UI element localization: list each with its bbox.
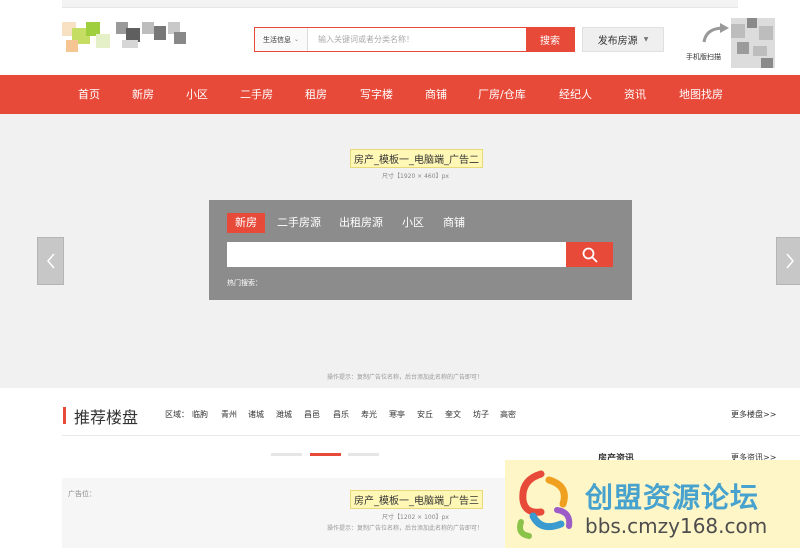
nav-item-3[interactable]: 二手房 — [240, 75, 273, 114]
tab-shops[interactable]: 商铺 — [443, 213, 465, 233]
region-link[interactable]: 青州 — [221, 409, 237, 420]
carousel-dot-active[interactable] — [310, 453, 341, 456]
watermark-url: bbs.cmzy168.com — [585, 514, 768, 538]
main-nav: 首页 新房 小区 二手房 租房 写字楼 商铺 厂房/仓库 经纪人 资讯 地图找房 — [0, 75, 800, 114]
nav-item-7[interactable]: 厂房/仓库 — [478, 75, 526, 114]
watermark-logo-icon — [517, 470, 573, 539]
nav-item-6[interactable]: 商铺 — [425, 75, 447, 114]
category-select[interactable]: 生活信息 ⌄ — [255, 28, 308, 51]
page: 生活信息 ⌄ 搜索 发布房源 ▼ 手机版扫描 首页新房小区二手房租房写字楼商铺厂… — [0, 0, 800, 548]
section-accent-bar — [63, 407, 66, 424]
mobile-text: 手机版扫描 — [686, 53, 721, 61]
region-link[interactable]: 临朐 — [192, 409, 208, 420]
region-link[interactable]: 诸城 — [248, 409, 264, 420]
top-strip — [62, 0, 738, 8]
region-link[interactable]: 昌邑 — [304, 409, 320, 420]
nav-item-9[interactable]: 资讯 — [624, 75, 646, 114]
region-link[interactable]: 昌乐 — [333, 409, 349, 420]
hot-search-label: 热门搜索： — [227, 279, 262, 287]
carousel-dot[interactable] — [271, 453, 302, 456]
ad-two-label: 房产_模板一_电脑端_广告二 — [350, 149, 483, 168]
nav-item-4[interactable]: 租房 — [305, 75, 327, 114]
watermark: 创盟资源论坛 bbs.cmzy168.com — [505, 460, 800, 548]
tab-rental[interactable]: 出租房源 — [339, 213, 383, 233]
nav-item-1[interactable]: 新房 — [132, 75, 154, 114]
region-link[interactable]: 安丘 — [417, 409, 433, 420]
tab-second-hand[interactable]: 二手房源 — [277, 213, 321, 233]
region-link[interactable]: 寒亭 — [389, 409, 405, 420]
recommend-title: 推荐楼盘 — [74, 408, 139, 427]
nav-item-0[interactable]: 首页 — [78, 75, 100, 114]
category-label: 生活信息 — [262, 35, 291, 44]
curved-arrow-icon — [702, 23, 729, 43]
nav-item-8[interactable]: 经纪人 — [559, 75, 592, 114]
house-search-input[interactable] — [227, 242, 567, 267]
banner-next-button[interactable] — [776, 237, 800, 285]
ad-three-tip: 操作提示：复制广告位名称，后台添加此名称的广告即可！ — [327, 525, 484, 532]
divider — [62, 435, 800, 436]
tab-community[interactable]: 小区 — [402, 213, 424, 233]
region-link[interactable]: 坊子 — [473, 409, 489, 420]
banner-prev-button[interactable] — [37, 237, 64, 285]
chevron-left-icon — [46, 253, 55, 269]
nav-item-2[interactable]: 小区 — [186, 75, 208, 114]
tab-new-house[interactable]: 新房 — [227, 213, 265, 233]
chevron-right-icon — [785, 253, 794, 269]
region-link[interactable]: 寿光 — [361, 409, 377, 420]
region-link[interactable]: 高密 — [500, 409, 516, 420]
ad-two-size: 尺寸【1920 × 460】px — [382, 173, 449, 180]
ad-two-tip: 操作提示：复制广告位名称，后台添加此名称的广告即可！ — [327, 374, 484, 381]
mobile-qr-area[interactable]: 手机版扫描 — [686, 18, 796, 68]
house-search-button[interactable] — [566, 242, 613, 267]
qr-code — [731, 18, 775, 68]
region-label: 区域： — [165, 410, 189, 419]
header-search: 生活信息 ⌄ 搜索 — [254, 27, 575, 52]
carousel-dot[interactable] — [348, 453, 379, 456]
chevron-down-icon: ⌄ — [293, 36, 300, 43]
publish-label: 发布房源 — [597, 36, 638, 47]
region-link[interactable]: 潍城 — [276, 409, 292, 420]
caret-down-icon: ▼ — [643, 36, 649, 43]
nav-item-10[interactable]: 地图找房 — [679, 75, 723, 114]
ad-three-size: 尺寸【1202 × 100】px — [382, 514, 449, 521]
search-input[interactable] — [308, 28, 526, 51]
ad-position-label: 广告位： — [68, 490, 96, 498]
nav-item-5[interactable]: 写字楼 — [360, 75, 393, 114]
watermark-brand: 创盟资源论坛 — [585, 481, 760, 514]
search-button[interactable]: 搜索 — [526, 28, 574, 51]
region-link[interactable]: 奎文 — [445, 409, 461, 420]
publish-button[interactable]: 发布房源 ▼ — [582, 27, 664, 52]
search-icon — [582, 247, 598, 263]
ad-three-label: 房产_模板一_电脑端_广告三 — [350, 490, 483, 509]
more-houses-link[interactable]: 更多楼盘>> — [731, 409, 776, 420]
site-logo[interactable] — [62, 18, 188, 56]
